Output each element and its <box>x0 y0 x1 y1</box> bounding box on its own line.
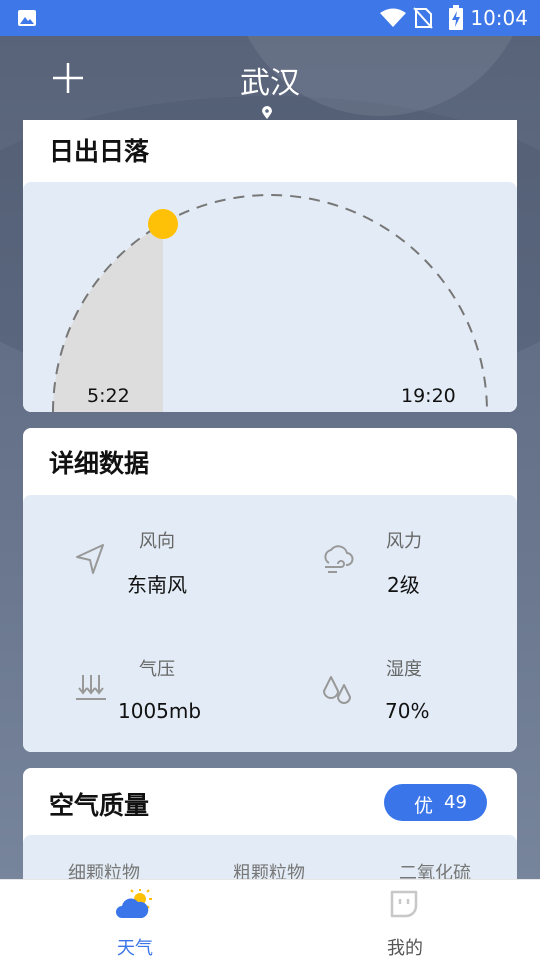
no-sim-icon <box>413 7 433 29</box>
detail-data-panel: 风向 东南风 风力 2级 气压 1005mb 湿度 70% <box>23 495 517 752</box>
sun-elapsed-area <box>53 224 163 412</box>
pressure-icon <box>76 675 106 700</box>
sunrise-sunset-title: 日出日落 <box>49 137 150 166</box>
humidity-drops-icon <box>323 676 351 704</box>
wind-force-label: 风力 <box>386 531 422 552</box>
detail-data-title: 详细数据 <box>49 449 150 478</box>
sun-icon <box>148 209 178 239</box>
sun-arc-chart <box>52 194 488 412</box>
humidity-value: 70% <box>385 699 430 723</box>
profile-face-icon <box>390 890 418 918</box>
battery-charging-icon <box>449 5 463 30</box>
status-time: 10:04 <box>470 6 528 30</box>
wifi-icon <box>380 8 406 27</box>
sunset-time: 19:20 <box>401 385 456 407</box>
tab-mine-label: 我的 <box>387 938 423 959</box>
tab-weather-label: 天气 <box>117 938 153 959</box>
wind-direction-value: 东南风 <box>127 573 187 597</box>
wind-cloud-icon <box>324 545 354 573</box>
tab-mine[interactable]: 我的 <box>270 880 540 961</box>
detail-data-card: 详细数据 风向 东南风 风力 2级 气压 1005mb 湿度 70% <box>23 428 517 752</box>
air-quality-title: 空气质量 <box>49 791 150 820</box>
wind-force-value: 2级 <box>387 573 420 597</box>
location-pin-icon <box>262 106 272 119</box>
image-notification-icon <box>18 10 36 26</box>
aqi-value: 49 <box>444 792 467 813</box>
humidity-label: 湿度 <box>386 659 422 680</box>
wind-direction-label: 风向 <box>139 531 175 552</box>
sun-arc-panel: 5:22 19:20 <box>23 182 517 412</box>
sunrise-sunset-card: 日出日落 5:22 19:20 <box>23 120 517 412</box>
pressure-label: 气压 <box>139 659 175 680</box>
aqi-level: 优 <box>414 795 434 817</box>
aqi-badge[interactable]: 优 49 <box>384 784 487 821</box>
city-name[interactable]: 武汉 <box>0 58 540 102</box>
weather-sun-cloud-icon <box>116 889 152 918</box>
tab-weather[interactable]: 天气 <box>0 880 270 961</box>
status-bar: 10:04 <box>0 0 540 36</box>
pressure-value: 1005mb <box>118 699 202 723</box>
bottom-tab-bar: 天气 我的 <box>0 879 540 961</box>
navigation-arrow-icon <box>76 544 104 574</box>
header: 武汉 <box>0 36 540 120</box>
sunrise-time: 5:22 <box>87 385 130 407</box>
